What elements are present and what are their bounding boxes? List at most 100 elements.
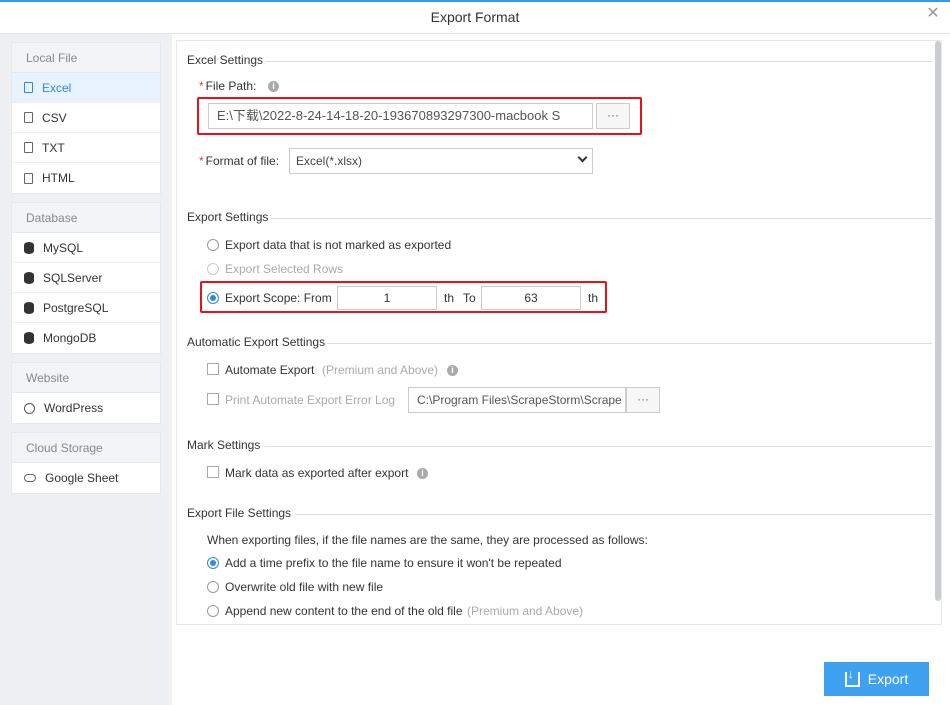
dialog-titlebar: Export Format ✕	[0, 0, 950, 34]
sidebar-group-header: Cloud Storage	[12, 433, 160, 463]
sidebar-group-header: Database	[12, 203, 160, 233]
print-log-label: Print Automate Export Error Log	[225, 393, 396, 407]
format-select[interactable]: Excel(*.xlsx)	[289, 148, 593, 174]
file-path-label: * File Path:	[199, 79, 257, 93]
premium-note: (Premium and Above)	[467, 604, 584, 618]
sidebar-item-postgresql[interactable]: PostgreSQL	[12, 293, 160, 323]
section-excel-settings: Excel Settings	[187, 53, 932, 67]
document-icon	[24, 82, 33, 93]
sidebar-item-label: PostgreSQL	[43, 300, 109, 315]
scope-from-input[interactable]: 1	[337, 286, 437, 310]
sidebar-item-csv[interactable]: CSV	[12, 103, 160, 133]
info-icon[interactable]: i	[417, 468, 428, 479]
sidebar-item-txt[interactable]: TXT	[12, 133, 160, 163]
scope-to-input[interactable]: 63	[481, 286, 581, 310]
file-path-input[interactable]: E:\下载\2022-8-24-14-18-20-193670893297300…	[208, 103, 593, 129]
sidebar-item-mysql[interactable]: MySQL	[12, 233, 160, 263]
divider	[265, 446, 932, 447]
database-icon	[24, 301, 34, 314]
sidebar-item-html[interactable]: HTML	[12, 163, 160, 193]
sidebar-item-label: TXT	[42, 140, 65, 155]
section-title: Excel Settings	[187, 53, 264, 67]
cloud-icon	[24, 474, 36, 482]
divider	[271, 218, 932, 219]
append-label: Append new content to the end of the old…	[225, 604, 463, 618]
sidebar-item-label: MySQL	[43, 240, 84, 255]
sidebar-item-label: WordPress	[44, 401, 104, 415]
premium-note: (Premium and Above)	[322, 363, 439, 377]
automate-export-label: Automate Export	[225, 363, 315, 377]
section-export-file-settings: Export File Settings	[187, 506, 932, 520]
sidebar-item-label: SQLServer	[43, 270, 103, 285]
close-icon[interactable]: ✕	[924, 5, 942, 23]
radio-export-unmarked[interactable]	[207, 239, 219, 251]
to-label: To	[463, 291, 476, 305]
sidebar-group-header: Local File	[12, 43, 160, 73]
sidebar-item-sqlserver[interactable]: SQLServer	[12, 263, 160, 293]
section-export-settings: Export Settings	[187, 210, 932, 224]
document-icon	[24, 142, 33, 153]
log-browse-button[interactable]: ···	[626, 387, 660, 413]
sidebar-item-label: CSV	[42, 110, 67, 125]
mark-exported-label: Mark data as exported after export	[225, 466, 409, 480]
th-label: th	[444, 291, 455, 305]
info-icon[interactable]: i	[268, 81, 279, 92]
log-path-input[interactable]: C:\Program Files\ScrapeStorm\Scrape	[408, 387, 626, 413]
th-label: th	[588, 291, 599, 305]
sidebar-group-local-file: Local File Excel CSV TXT HTML	[11, 42, 161, 194]
database-icon	[24, 241, 34, 254]
export-unmarked-label: Export data that is not marked as export…	[225, 238, 452, 252]
globe-icon	[24, 402, 35, 414]
time-prefix-label: Add a time prefix to the file name to en…	[225, 556, 562, 570]
scrollbar[interactable]	[935, 41, 941, 601]
sidebar-item-excel[interactable]: Excel	[12, 73, 160, 103]
chevron-down-icon	[577, 152, 588, 163]
export-button-label: Export	[867, 671, 909, 687]
section-automatic-export: Automatic Export Settings	[187, 335, 932, 349]
section-title: Export File Settings	[187, 506, 292, 520]
radio-export-selected-rows[interactable]	[207, 263, 219, 275]
sidebar-item-google-sheet[interactable]: Google Sheet	[12, 463, 160, 493]
sidebar-item-label: MongoDB	[43, 331, 97, 345]
format-select-value: Excel(*.xlsx)	[296, 154, 363, 168]
export-scope-label: Export Scope: From	[225, 291, 332, 305]
export-selected-rows-label: Export Selected Rows	[225, 262, 344, 276]
sidebar: Local File Excel CSV TXT HTML Database M…	[0, 34, 172, 705]
divider	[327, 343, 932, 344]
sidebar-item-mongodb[interactable]: MongoDB	[12, 323, 160, 353]
sidebar-item-label: Excel	[42, 80, 72, 95]
database-icon	[24, 271, 34, 284]
required-asterisk: *	[199, 154, 204, 168]
document-icon	[24, 112, 33, 123]
required-asterisk: *	[199, 79, 204, 93]
divider	[265, 61, 932, 62]
database-icon	[24, 332, 34, 344]
document-icon	[24, 172, 33, 184]
sidebar-item-label: Google Sheet	[45, 471, 119, 485]
section-title: Automatic Export Settings	[187, 335, 326, 349]
radio-export-scope[interactable]	[207, 292, 219, 304]
section-title: Mark Settings	[187, 438, 261, 452]
overwrite-label: Overwrite old file with new file	[225, 580, 384, 594]
settings-panel: Excel Settings * File Path: i E:\下载\2022-…	[176, 40, 942, 625]
file-settings-description: When exporting files, if the file names …	[207, 533, 648, 547]
print-log-checkbox[interactable]	[207, 393, 219, 405]
mark-exported-checkbox[interactable]	[207, 466, 219, 478]
export-button[interactable]: Export	[824, 662, 929, 696]
sidebar-item-wordpress[interactable]: WordPress	[12, 393, 160, 423]
sidebar-group-website: Website WordPress	[11, 362, 161, 424]
info-icon[interactable]: i	[447, 365, 458, 376]
automate-export-checkbox[interactable]	[207, 363, 219, 375]
sidebar-group-header: Website	[12, 363, 160, 393]
sidebar-item-label: HTML	[42, 171, 75, 185]
radio-append[interactable]	[207, 605, 219, 617]
dialog-title: Export Format	[430, 9, 520, 25]
radio-time-prefix[interactable]	[207, 557, 219, 569]
browse-button[interactable]: ···	[596, 103, 630, 129]
section-title: Export Settings	[187, 210, 269, 224]
format-label: * Format of file:	[199, 154, 280, 168]
sidebar-group-cloud-storage: Cloud Storage Google Sheet	[11, 432, 161, 494]
sidebar-group-database: Database MySQL SQLServer PostgreSQL Mong…	[11, 202, 161, 354]
divider	[295, 514, 932, 515]
radio-overwrite[interactable]	[207, 581, 219, 593]
